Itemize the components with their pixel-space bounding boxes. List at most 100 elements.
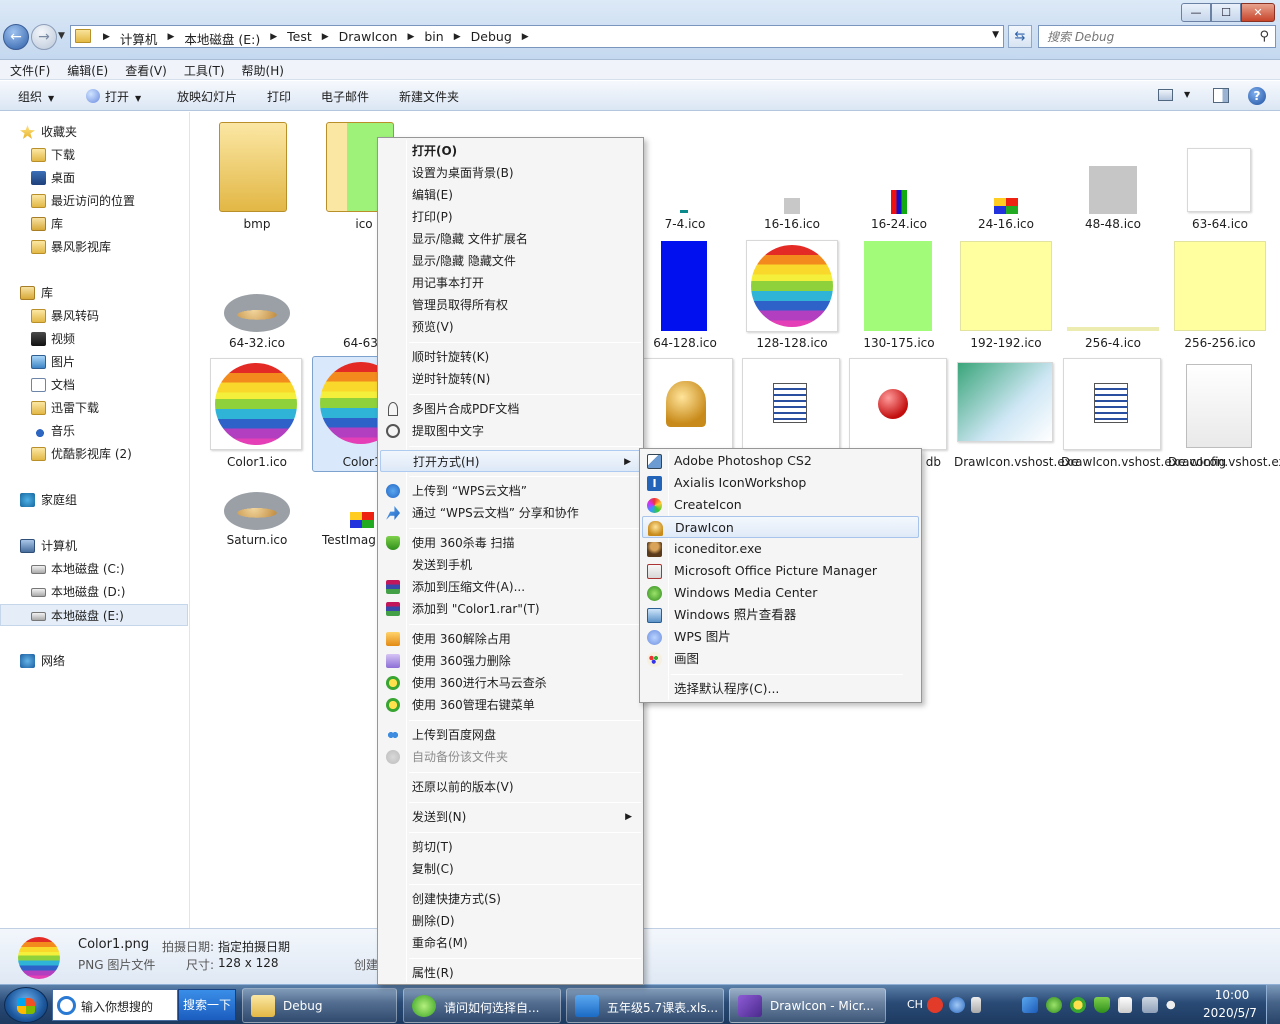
nav-baofeng[interactable]: 暴风影视库 — [0, 236, 188, 258]
open-button[interactable]: 打开 ▼ — [86, 88, 141, 105]
menu-rename[interactable]: 重命名(M) — [380, 932, 641, 954]
recent-pages-dropdown[interactable]: ▼ — [58, 31, 65, 41]
nav-documents[interactable]: 文档 — [0, 374, 188, 396]
app-createicon[interactable]: CreateIcon — [642, 494, 919, 516]
start-button[interactable] — [4, 987, 48, 1023]
nav-libraries[interactable]: 库 — [0, 282, 188, 304]
app-wps-picture[interactable]: WPS 图片 — [642, 626, 919, 648]
file-tile[interactable]: 130-175.ico — [847, 238, 951, 354]
task-explorer-debug[interactable]: Debug — [242, 988, 397, 1023]
show-desktop-button[interactable] — [1266, 985, 1280, 1024]
menu-add-archive[interactable]: 添加到压缩文件(A)... — [380, 576, 641, 598]
menu-cut[interactable]: 剪切(T) — [380, 836, 641, 858]
menu-admin-ownership[interactable]: 管理员取得所有权 — [380, 294, 641, 316]
change-view-icon[interactable] — [1158, 89, 1173, 101]
menu-file[interactable]: 文件(F) — [10, 60, 58, 79]
clock-time[interactable]: 10:00 — [1212, 988, 1252, 1002]
chevron-right-icon[interactable]: ▶ — [264, 29, 283, 48]
file-tile[interactable]: 128-128.ico — [740, 238, 844, 354]
menu-360-trojan[interactable]: 使用 360进行木马云查杀 — [380, 672, 641, 694]
chevron-right-icon[interactable]: ▶ — [161, 29, 180, 48]
forward-button[interactable]: → — [31, 24, 57, 50]
shield-icon[interactable] — [1094, 997, 1110, 1013]
chevron-right-icon[interactable]: ▶ — [401, 29, 420, 48]
nav-youku[interactable]: 优酷影视库 (2) — [0, 443, 188, 465]
back-button[interactable]: ← — [3, 24, 29, 50]
menu-properties[interactable]: 属性(R) — [380, 962, 641, 984]
app-photo-viewer[interactable]: Windows 照片查看器 — [642, 604, 919, 626]
menu-wps-upload[interactable]: 上传到 “WPS云文档” — [380, 480, 641, 502]
menu-delete[interactable]: 删除(D) — [380, 910, 641, 932]
menu-notepad[interactable]: 用记事本打开 — [380, 272, 641, 294]
refresh-button[interactable]: ⇆ — [1008, 25, 1032, 48]
crumb-debug[interactable]: Debug — [467, 29, 516, 48]
search-input[interactable] — [1047, 26, 1247, 47]
close-button[interactable]: ✕ — [1241, 3, 1275, 22]
nav-xunlei[interactable]: 迅雷下载 — [0, 397, 188, 419]
crumb-computer[interactable]: 计算机 — [116, 29, 162, 48]
nav-library-fav[interactable]: 库 — [0, 213, 188, 235]
settings-icon[interactable] — [971, 997, 981, 1013]
nav-baofeng-conv[interactable]: 暴风转码 — [0, 305, 188, 327]
taskbar-search-button[interactable]: 搜索一下 — [178, 989, 236, 1021]
file-tile[interactable]: 24-16.ico — [954, 116, 1058, 236]
menu-edit[interactable]: 编辑(E) — [380, 184, 641, 206]
menu-print[interactable]: 打印(P) — [380, 206, 641, 228]
new-folder-button[interactable]: 新建文件夹 — [399, 88, 459, 105]
email-button[interactable]: 电子邮件 — [321, 88, 369, 105]
menu-send-to[interactable]: 发送到(N) ▶ — [380, 806, 641, 828]
nav-pictures[interactable]: 图片 — [0, 351, 188, 373]
file-tile[interactable]: Color1.ico — [205, 356, 309, 474]
sogou-ime-icon[interactable] — [927, 997, 943, 1013]
chevron-right-icon[interactable]: ▶ — [97, 29, 116, 48]
network-icon[interactable] — [1142, 997, 1158, 1013]
menu-add-rar[interactable]: 添加到 "Color1.rar"(T) — [380, 598, 641, 620]
file-tile[interactable]: bmp — [205, 116, 309, 236]
file-tile[interactable]: 48-48.ico — [1061, 116, 1165, 236]
help-icon[interactable] — [949, 997, 965, 1013]
menu-merge-pdf[interactable]: 多图片合成PDF文档 — [380, 398, 641, 420]
slideshow-button[interactable]: 放映幻灯片 — [177, 88, 237, 105]
file-tile[interactable]: DrawIcon.vshost.exe — [954, 356, 1079, 492]
organize-button[interactable]: 组织 ▼ — [18, 88, 54, 105]
nav-desktop[interactable]: 桌面 — [0, 167, 188, 189]
file-tile[interactable]: 7-4.ico — [633, 116, 737, 236]
nav-drive-d[interactable]: 本地磁盘 (D:) — [0, 581, 188, 603]
nav-videos[interactable]: 视频 — [0, 328, 188, 350]
file-tile[interactable]: 256-256.ico — [1168, 238, 1272, 354]
address-field[interactable]: ▶ 计算机 ▶ 本地磁盘 (E:) ▶ Test ▶ DrawIcon ▶ bi… — [70, 25, 1004, 48]
file-tile[interactable]: 16-24.ico — [847, 116, 951, 236]
menu-preview[interactable]: 预览(V) — [380, 316, 641, 338]
maximize-button[interactable]: ☐ — [1211, 3, 1241, 22]
menu-360-manage[interactable]: 使用 360管理右键菜单 — [380, 694, 641, 716]
task-visual-studio[interactable]: DrawIcon - Micr... — [729, 988, 886, 1023]
menu-toggle-ext[interactable]: 显示/隐藏 文件扩展名 — [380, 228, 641, 250]
app-paint[interactable]: 画图 — [642, 648, 919, 670]
nav-homegroup[interactable]: 家庭组 — [0, 489, 188, 511]
task-browser[interactable]: 请问如何选择自... — [403, 988, 561, 1023]
details-date-value[interactable]: 指定拍摄日期 — [218, 938, 290, 955]
menu-help[interactable]: 帮助(H) — [242, 60, 292, 79]
menu-open[interactable]: 打开(O) — [380, 140, 641, 162]
app-ms-picture-manager[interactable]: Microsoft Office Picture Manager — [642, 560, 919, 582]
file-tile[interactable]: DrawIcon.vshost.exe.manifest — [1168, 356, 1280, 492]
nav-network[interactable]: 网络 — [0, 650, 188, 672]
file-tile[interactable]: DrawIcon.vshost.exe.config — [1061, 356, 1226, 492]
app-media-center[interactable]: Windows Media Center — [642, 582, 919, 604]
nav-downloads[interactable]: 下载 — [0, 144, 188, 166]
help-icon[interactable]: ? — [1248, 87, 1266, 105]
menu-send-phone[interactable]: 发送到手机 — [380, 554, 641, 576]
crumb-drawicon[interactable]: DrawIcon — [335, 29, 402, 48]
view-options-dropdown[interactable]: ▼ — [1184, 90, 1190, 99]
menu-edit[interactable]: 编辑(E) — [67, 60, 116, 79]
app-drawicon[interactable]: DrawIcon — [642, 516, 919, 538]
app-photoshop[interactable]: Adobe Photoshop CS2 — [642, 450, 919, 472]
crumb-test[interactable]: Test — [283, 29, 316, 48]
menu-view[interactable]: 查看(V) — [125, 60, 175, 79]
task-excel[interactable]: 五年级5.7课表.xls... — [566, 988, 724, 1023]
file-tile[interactable]: 63-64.ico — [1168, 116, 1272, 236]
menu-rotate-ccw[interactable]: 逆时针旋转(N) — [380, 368, 641, 390]
menu-copy[interactable]: 复制(C) — [380, 858, 641, 880]
ime-indicator[interactable]: CH — [907, 998, 923, 1011]
menu-tools[interactable]: 工具(T) — [184, 60, 233, 79]
